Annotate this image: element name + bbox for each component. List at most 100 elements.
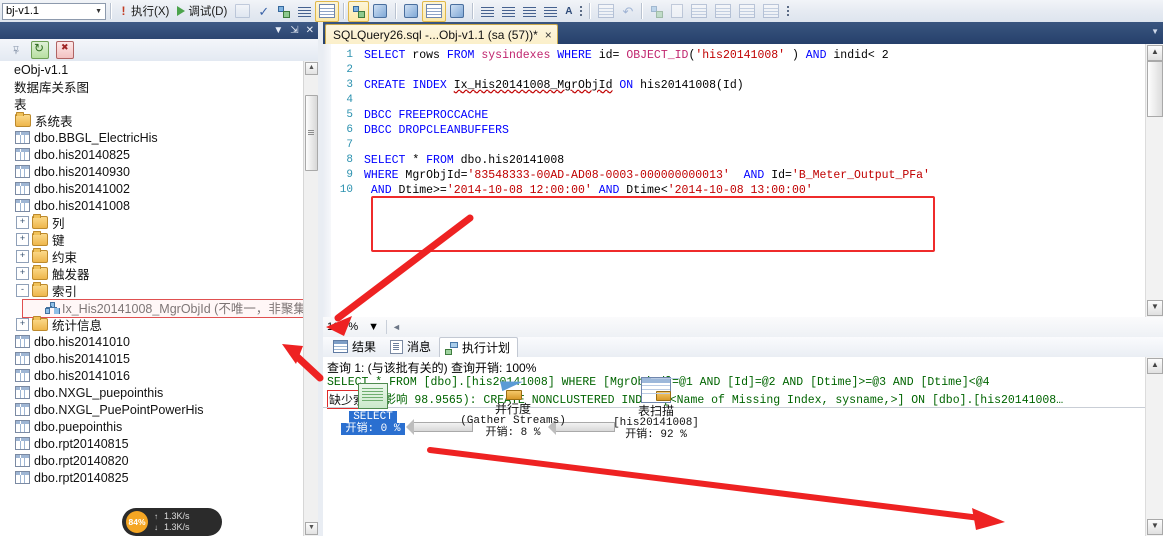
scroll-up-arrow-icon[interactable]: ▲ <box>1147 358 1163 374</box>
tree-node[interactable]: dbo.his20140930 <box>0 163 318 180</box>
expand-icon[interactable]: + <box>16 216 29 229</box>
expand-icon[interactable]: + <box>16 250 29 263</box>
network-speed-widget[interactable]: 84% ↑ 1.3K/s ↓ 1.3K/s <box>122 508 222 536</box>
tree-node[interactable]: +约束 <box>0 248 318 265</box>
results-tab-2[interactable]: 消息 <box>384 336 439 357</box>
results-vertical-scrollbar[interactable]: ▲ ▼ <box>1145 357 1163 536</box>
scroll-up-arrow-icon[interactable]: ▲ <box>1147 45 1163 61</box>
code-line[interactable]: 9WHERE MgrObjId='83548333-00AD-AD08-0003… <box>331 168 1143 183</box>
comment-button[interactable] <box>477 1 498 22</box>
tree-node[interactable]: dbo.puepointhis <box>0 418 318 435</box>
sql-editor[interactable]: 1SELECT rows FROM sysindexes WHERE id= O… <box>323 44 1163 318</box>
display-estimated-plan-button[interactable] <box>273 1 294 22</box>
undo-button[interactable]: ↶ <box>618 1 637 22</box>
tree-vertical-scrollbar[interactable]: ▲ ▼ <box>303 61 318 536</box>
share-button[interactable] <box>646 1 667 22</box>
stop-button[interactable] <box>231 1 254 22</box>
scroll-down-arrow-icon[interactable]: ▼ <box>1147 300 1163 316</box>
scroll-down-arrow-icon[interactable]: ▼ <box>1147 519 1163 535</box>
expand-icon[interactable]: + <box>16 318 29 331</box>
plan-node-parallelism[interactable]: 并行度 (Gather Streams) 开销: 8 % <box>457 377 569 439</box>
results-to-text-button[interactable] <box>400 1 422 22</box>
code-line[interactable]: 1SELECT rows FROM sysindexes WHERE id= O… <box>331 48 1143 63</box>
replace-button[interactable] <box>711 1 735 22</box>
window-button[interactable] <box>735 1 759 22</box>
results-to-file-button[interactable] <box>446 1 468 22</box>
tree-node[interactable]: +统计信息 <box>0 316 318 333</box>
tree-node[interactable]: dbo.his20141010 <box>0 333 318 350</box>
code-line[interactable]: 6DBCC DROPCLEANBUFFERS <box>331 123 1143 138</box>
code-line[interactable]: 3CREATE INDEX Ix_His20141008_MgrObjId ON… <box>331 78 1143 93</box>
tree-node[interactable]: dbo.rpt20140815 <box>0 435 318 452</box>
tree-node[interactable]: eObj-v1.1 <box>0 61 318 78</box>
debug-button[interactable]: 调试(D) <box>173 1 231 22</box>
code-line[interactable]: 2 <box>331 63 1143 78</box>
plan-node-table-scan[interactable]: 表扫描 [his20141008] 开销: 92 % <box>601 377 711 441</box>
tree-node[interactable]: dbo.his20140825 <box>0 146 318 163</box>
code-line[interactable]: 7 <box>331 138 1143 153</box>
increase-indent-button[interactable] <box>540 1 561 22</box>
execute-button[interactable]: ! 执行(X) <box>115 1 173 22</box>
tree-node[interactable]: dbo.his20141002 <box>0 180 318 197</box>
object-explorer-tree[interactable]: eObj-v1.1数据库关系图表系统表dbo.BBGL_ElectricHisd… <box>0 61 318 536</box>
refresh-icon[interactable] <box>31 41 49 59</box>
execution-plan-body[interactable]: 查询 1: (与该批有关的) 查询开销: 100% SELECT * FROM … <box>323 357 1146 536</box>
tree-node[interactable]: -索引 <box>0 282 318 299</box>
tree-node[interactable]: dbo.his20141008 <box>0 197 318 214</box>
hscroll-left-arrow-icon[interactable]: ◄ <box>392 322 401 332</box>
uncomment-button[interactable] <box>498 1 519 22</box>
tree-node[interactable]: dbo.rpt20140820 <box>0 452 318 469</box>
object-explorer-details-button[interactable] <box>594 1 618 22</box>
properties-button[interactable] <box>667 1 687 22</box>
tab-close-icon[interactable]: × <box>545 28 552 42</box>
results-to-grid-button[interactable] <box>315 1 339 22</box>
tree-node[interactable]: dbo.rpt20140825 <box>0 469 318 486</box>
results-tab-1[interactable]: 结果 <box>327 336 384 357</box>
plan-node-select[interactable]: SELECT 开销: 0 % <box>337 383 409 435</box>
include-client-stats-button[interactable] <box>369 1 391 22</box>
tree-node[interactable]: dbo.his20141016 <box>0 367 318 384</box>
code-line[interactable]: 5DBCC FREEPROCCACHE <box>331 108 1143 123</box>
scroll-down-arrow-icon[interactable]: ▼ <box>305 522 318 535</box>
tree-node[interactable]: Ix_His20141008_MgrObjId (不唯一，非聚集) <box>0 299 318 316</box>
filter-icon[interactable]: ⍫ <box>8 42 24 58</box>
expand-icon[interactable]: + <box>16 233 29 246</box>
toolbar-overflow-2-button[interactable] <box>783 5 792 17</box>
results-to-grid-2-button[interactable] <box>422 1 446 22</box>
specify-values-button[interactable]: A <box>561 1 576 22</box>
results-tab-3[interactable]: 执行计划 <box>439 337 518 358</box>
collapse-icon[interactable]: - <box>16 284 29 297</box>
code-line[interactable]: 4 <box>331 93 1143 108</box>
tree-scroll-thumb[interactable] <box>305 95 318 171</box>
tabstrip-dropdown-icon[interactable]: ▼ <box>1151 27 1159 36</box>
pin-icon[interactable]: ⇲ <box>290 26 298 36</box>
close-icon[interactable]: ✕ <box>306 26 314 36</box>
sql-code[interactable]: 1SELECT rows FROM sysindexes WHERE id= O… <box>331 48 1143 317</box>
editor-vertical-scrollbar[interactable]: ▲ ▼ <box>1145 44 1163 317</box>
tree-node[interactable]: 系统表 <box>0 112 318 129</box>
tree-node[interactable]: 数据库关系图 <box>0 78 318 95</box>
query-options-button[interactable] <box>294 1 315 22</box>
expand-icon[interactable]: + <box>16 267 29 280</box>
database-combo[interactable]: bj-v1.1 ▼ <box>2 3 106 20</box>
tree-node[interactable]: 表 <box>0 95 318 112</box>
zoom-button[interactable] <box>759 1 783 22</box>
stop-icon[interactable] <box>56 41 74 59</box>
toolbar-overflow-button[interactable] <box>576 5 585 17</box>
tab-sqlquery26[interactable]: SQLQuery26.sql -...Obj-v1.1 (sa (57))* × <box>325 24 558 45</box>
find-button[interactable] <box>687 1 711 22</box>
parse-button[interactable]: ✓ <box>254 1 273 22</box>
tree-node[interactable]: dbo.his20141015 <box>0 350 318 367</box>
tree-node[interactable]: +触发器 <box>0 265 318 282</box>
tree-node[interactable]: dbo.NXGL_puepointhis <box>0 384 318 401</box>
zoom-level-combo[interactable]: 100 % ▼ <box>327 320 381 335</box>
code-line[interactable]: 8SELECT * FROM dbo.his20141008 <box>331 153 1143 168</box>
editor-scroll-thumb[interactable] <box>1147 61 1163 117</box>
tree-node[interactable]: +列 <box>0 214 318 231</box>
tree-node[interactable]: dbo.NXGL_PuePointPowerHis <box>0 401 318 418</box>
include-actual-plan-button[interactable] <box>348 1 369 22</box>
decrease-indent-button[interactable] <box>519 1 540 22</box>
code-line[interactable]: 10 AND Dtime>='2014-10-08 12:00:00' AND … <box>331 183 1143 198</box>
scroll-up-arrow-icon[interactable]: ▲ <box>305 62 318 75</box>
panel-dropdown-icon[interactable]: ▼ <box>273 26 283 36</box>
